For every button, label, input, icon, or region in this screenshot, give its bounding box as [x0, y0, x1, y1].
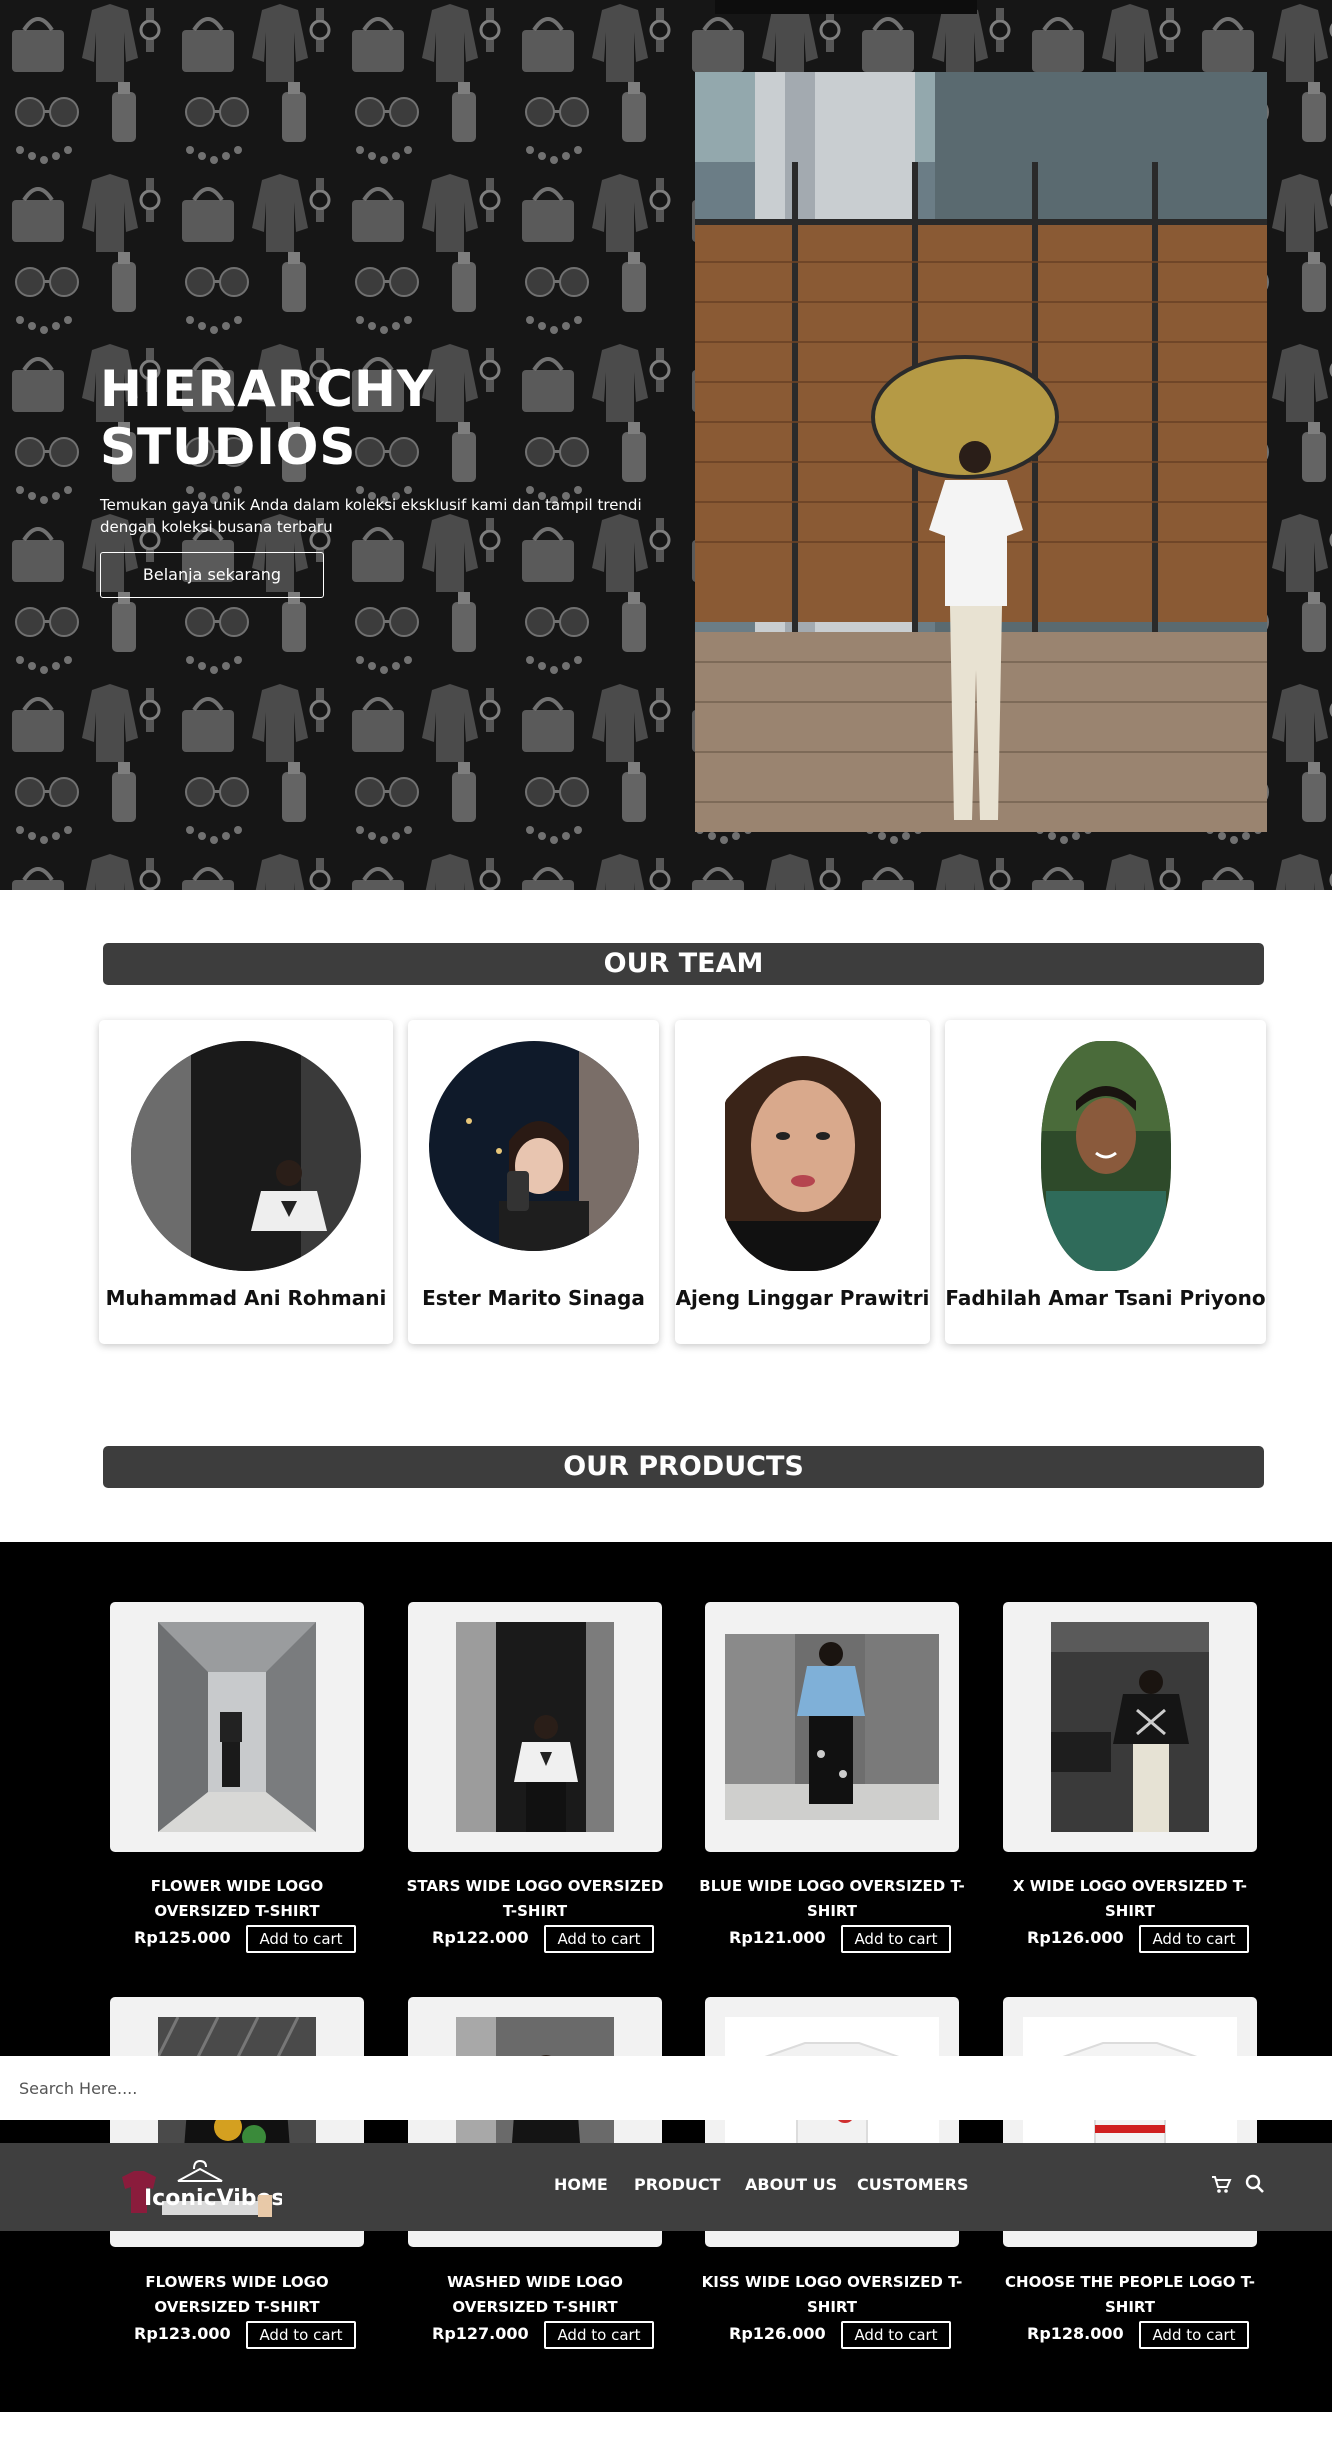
- team-avatar: [428, 1041, 639, 1251]
- nav-link-about-us[interactable]: ABOUT US: [745, 2175, 837, 2194]
- product-price: Rp123.000: [134, 2324, 231, 2343]
- team-member-name: Fadhilah Amar Tsani Priyono: [945, 1286, 1266, 1310]
- add-to-cart-button[interactable]: Add to cart: [246, 2321, 356, 2349]
- hero-section: HIERARCHY STUDIOS Temukan gaya unik Anda…: [0, 0, 1332, 890]
- product-card[interactable]: [110, 1602, 364, 1852]
- nav-link-product[interactable]: PRODUCT: [634, 2175, 721, 2194]
- add-to-cart-button[interactable]: Add to cart: [841, 2321, 951, 2349]
- product-name: FLOWERS WIDE LOGO OVERSIZED T-SHIRT: [145, 2273, 329, 2316]
- product-price: Rp121.000: [729, 1928, 826, 1947]
- team-avatar: [131, 1041, 361, 1271]
- products-grid: FLOWER WIDE LOGO OVERSIZED T-SHIRT Rp125…: [0, 1542, 1332, 2412]
- hero-photo: [695, 72, 1267, 832]
- product-image: [725, 1634, 939, 1820]
- search-icon[interactable]: [1244, 2173, 1266, 2195]
- add-to-cart-button[interactable]: Add to cart: [246, 1925, 356, 1953]
- navbar: IconicVibes HOME PRODUCT ABOUT US CUSTOM…: [0, 2143, 1332, 2231]
- team-card: Ester Marito Sinaga: [408, 1020, 659, 1344]
- search-input[interactable]: [0, 2056, 1332, 2120]
- team-avatar: [714, 1041, 891, 1271]
- hero-title: HIERARCHY STUDIOS: [100, 360, 435, 476]
- product-image: [456, 1622, 614, 1832]
- product-price: Rp126.000: [729, 2324, 826, 2343]
- add-to-cart-button[interactable]: Add to cart: [544, 1925, 654, 1953]
- add-to-cart-button[interactable]: Add to cart: [544, 2321, 654, 2349]
- team-member-name: Ester Marito Sinaga: [422, 1286, 645, 1310]
- product-name: CHOOSE THE PEOPLE LOGO T-SHIRT: [1005, 2273, 1255, 2316]
- team-member-name: Ajeng Linggar Prawitri: [675, 1286, 930, 1310]
- product-name: KISS WIDE LOGO OVERSIZED T-SHIRT: [701, 2273, 963, 2316]
- cart-icon[interactable]: [1210, 2173, 1232, 2195]
- team-card: Ajeng Linggar Prawitri: [675, 1020, 930, 1344]
- product-price: Rp125.000: [134, 1928, 231, 1947]
- shop-now-button[interactable]: Belanja sekarang: [100, 552, 324, 598]
- product-price: Rp126.000: [1027, 1928, 1124, 1947]
- nav-link-home[interactable]: HOME: [554, 2175, 608, 2194]
- product-price: Rp122.000: [432, 1928, 529, 1947]
- add-to-cart-button[interactable]: Add to cart: [841, 1925, 951, 1953]
- team-section-title: OUR TEAM: [103, 943, 1264, 985]
- product-image: [1051, 1622, 1209, 1832]
- product-image: [158, 1622, 316, 1832]
- product-name: FLOWER WIDE LOGO OVERSIZED T-SHIRT: [150, 1877, 324, 1920]
- product-price: Rp127.000: [432, 2324, 529, 2343]
- search-bar: [0, 2056, 1332, 2120]
- hero-subtitle: Temukan gaya unik Anda dalam koleksi eks…: [100, 496, 642, 536]
- team-avatar: [1040, 1041, 1171, 1271]
- product-card[interactable]: [705, 1602, 959, 1852]
- hero-text-block: HIERARCHY STUDIOS Temukan gaya unik Anda…: [100, 360, 660, 598]
- products-section-title: OUR PRODUCTS: [103, 1446, 1264, 1488]
- team-card: Muhammad Ani Rohmani: [99, 1020, 393, 1344]
- team-card: Fadhilah Amar Tsani Priyono: [945, 1020, 1266, 1344]
- product-price: Rp128.000: [1027, 2324, 1124, 2343]
- team-member-name: Muhammad Ani Rohmani: [105, 1286, 387, 1310]
- product-card[interactable]: [1003, 1602, 1257, 1852]
- add-to-cart-button[interactable]: Add to cart: [1139, 2321, 1249, 2349]
- hero-top-bar: [715, 0, 977, 14]
- brand-logo[interactable]: IconicVibes: [122, 2155, 282, 2219]
- add-to-cart-button[interactable]: Add to cart: [1139, 1925, 1249, 1953]
- nav-link-customers[interactable]: CUSTOMERS: [857, 2175, 968, 2194]
- product-name: WASHED WIDE LOGO OVERSIZED T-SHIRT: [447, 2273, 623, 2316]
- product-card[interactable]: [408, 1602, 662, 1852]
- product-name: X WIDE LOGO OVERSIZED T-SHIRT: [1012, 1877, 1248, 1920]
- product-name: STARS WIDE LOGO OVERSIZED T-SHIRT: [406, 1877, 664, 1920]
- product-name: BLUE WIDE LOGO OVERSIZED T-SHIRT: [699, 1877, 965, 1920]
